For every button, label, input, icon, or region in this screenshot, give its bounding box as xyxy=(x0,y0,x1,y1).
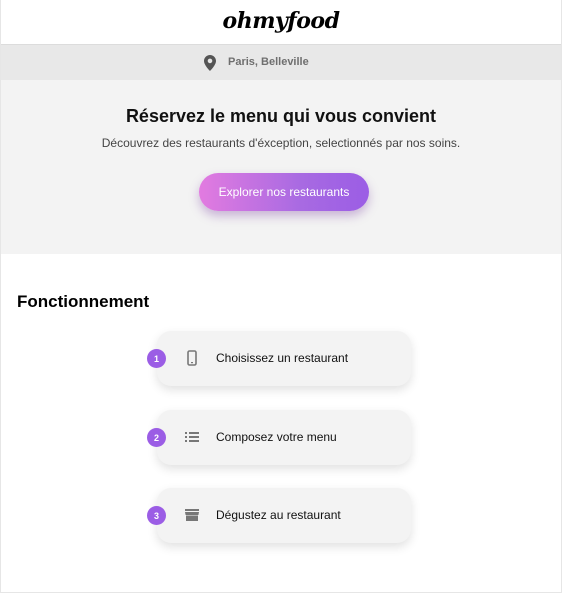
smartphone-icon xyxy=(187,350,197,366)
logo[interactable]: ohmyfood xyxy=(223,8,340,34)
hero-subtitle: Découvrez des restaurants d'éxception, s… xyxy=(101,136,461,150)
step-number-badge: 1 xyxy=(147,349,166,368)
step-label: Composez votre menu xyxy=(216,430,337,444)
how-it-works-title: Fonctionnement xyxy=(17,292,150,311)
step-card-compose-menu[interactable]: 2 Composez votre menu xyxy=(147,410,411,465)
step-card-enjoy-restaurant[interactable]: 3 Dégustez au restaurant xyxy=(147,488,411,543)
step-number-badge: 3 xyxy=(147,506,166,525)
explore-restaurants-button[interactable]: Explorer nos restaurants xyxy=(199,173,369,211)
store-icon xyxy=(185,509,199,521)
location-bar[interactable]: Paris, Belleville xyxy=(1,45,561,80)
hero-section: Réservez le menu qui vous convient Décou… xyxy=(1,80,561,254)
map-pin-icon xyxy=(204,55,216,71)
step-label: Choisissez un restaurant xyxy=(216,351,349,365)
step-card-choose-restaurant[interactable]: 1 Choisissez un restaurant xyxy=(147,331,411,386)
step-number-badge: 2 xyxy=(147,428,166,447)
list-icon xyxy=(185,432,199,442)
location-text: Paris, Belleville xyxy=(228,56,309,68)
step-label: Dégustez au restaurant xyxy=(216,508,341,522)
site-header: ohmyfood xyxy=(1,0,561,45)
hero-title: Réservez le menu qui vous convient xyxy=(125,106,437,126)
